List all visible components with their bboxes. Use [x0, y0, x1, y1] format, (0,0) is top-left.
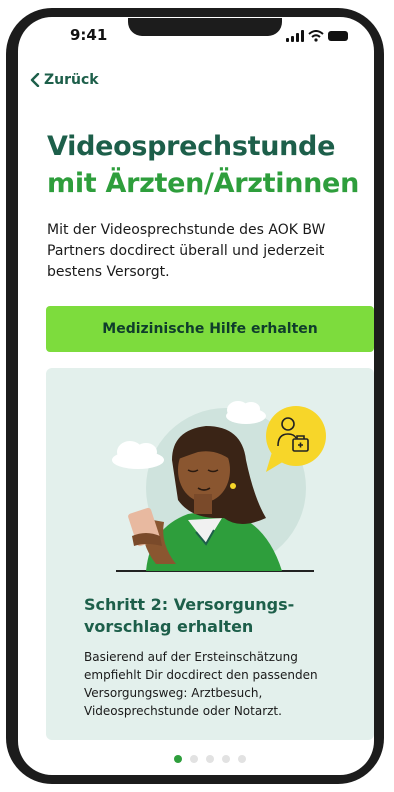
intro-line: Partners docdirect überall und jederzeit: [47, 243, 325, 259]
step-text-line: Basierend auf der Ersteinschätzung: [84, 650, 298, 664]
signal-icon: [286, 30, 306, 42]
onboarding-step-card[interactable]: Schritt 2: Versorgungs- vorschlag erhalt…: [46, 368, 374, 740]
back-label: Zurück: [44, 72, 99, 88]
wifi-icon: [308, 30, 324, 42]
pagination-dot-active[interactable]: [174, 755, 182, 763]
back-chevron-icon: [30, 73, 40, 87]
step-title-line: vorschlag erhalten: [84, 617, 254, 636]
battery-icon: [328, 31, 348, 41]
step-text-line: Videosprechstunde oder Notarzt.: [84, 704, 282, 718]
get-medical-help-button[interactable]: Medizinische Hilfe erhalten: [46, 306, 374, 352]
back-button[interactable]: Zurück: [30, 72, 99, 88]
intro-line: Mit der Videosprechstunde des AOK BW: [47, 222, 326, 238]
intro-text: Mit der Videosprechstunde des AOK BW Par…: [47, 220, 367, 283]
step-title-line: Schritt 2: Versorgungs-: [84, 595, 295, 614]
pagination-dot[interactable]: [238, 755, 246, 763]
woman-with-phone-illustration: [112, 401, 326, 572]
step-text-line: Versorgungsweg: Arztbesuch,: [84, 686, 263, 700]
intro-line: bestens Versorgt.: [47, 264, 170, 280]
pagination-dots: [174, 755, 254, 763]
step-title: Schritt 2: Versorgungs- vorschlag erhalt…: [84, 594, 344, 638]
step-text-line: empfiehlt Dir docdirect den passenden: [84, 668, 318, 682]
status-time: 9:41: [70, 26, 108, 44]
page-title-line2: mit Ärzten/Ärztinnen: [47, 168, 359, 199]
step-description: Basierend auf der Ersteinschätzung empfi…: [84, 648, 354, 720]
page-title-line1: Videosprechstunde: [47, 131, 336, 162]
pagination-dot[interactable]: [222, 755, 230, 763]
pagination-dot[interactable]: [206, 755, 214, 763]
pagination-dot[interactable]: [190, 755, 198, 763]
notch: [128, 18, 282, 36]
